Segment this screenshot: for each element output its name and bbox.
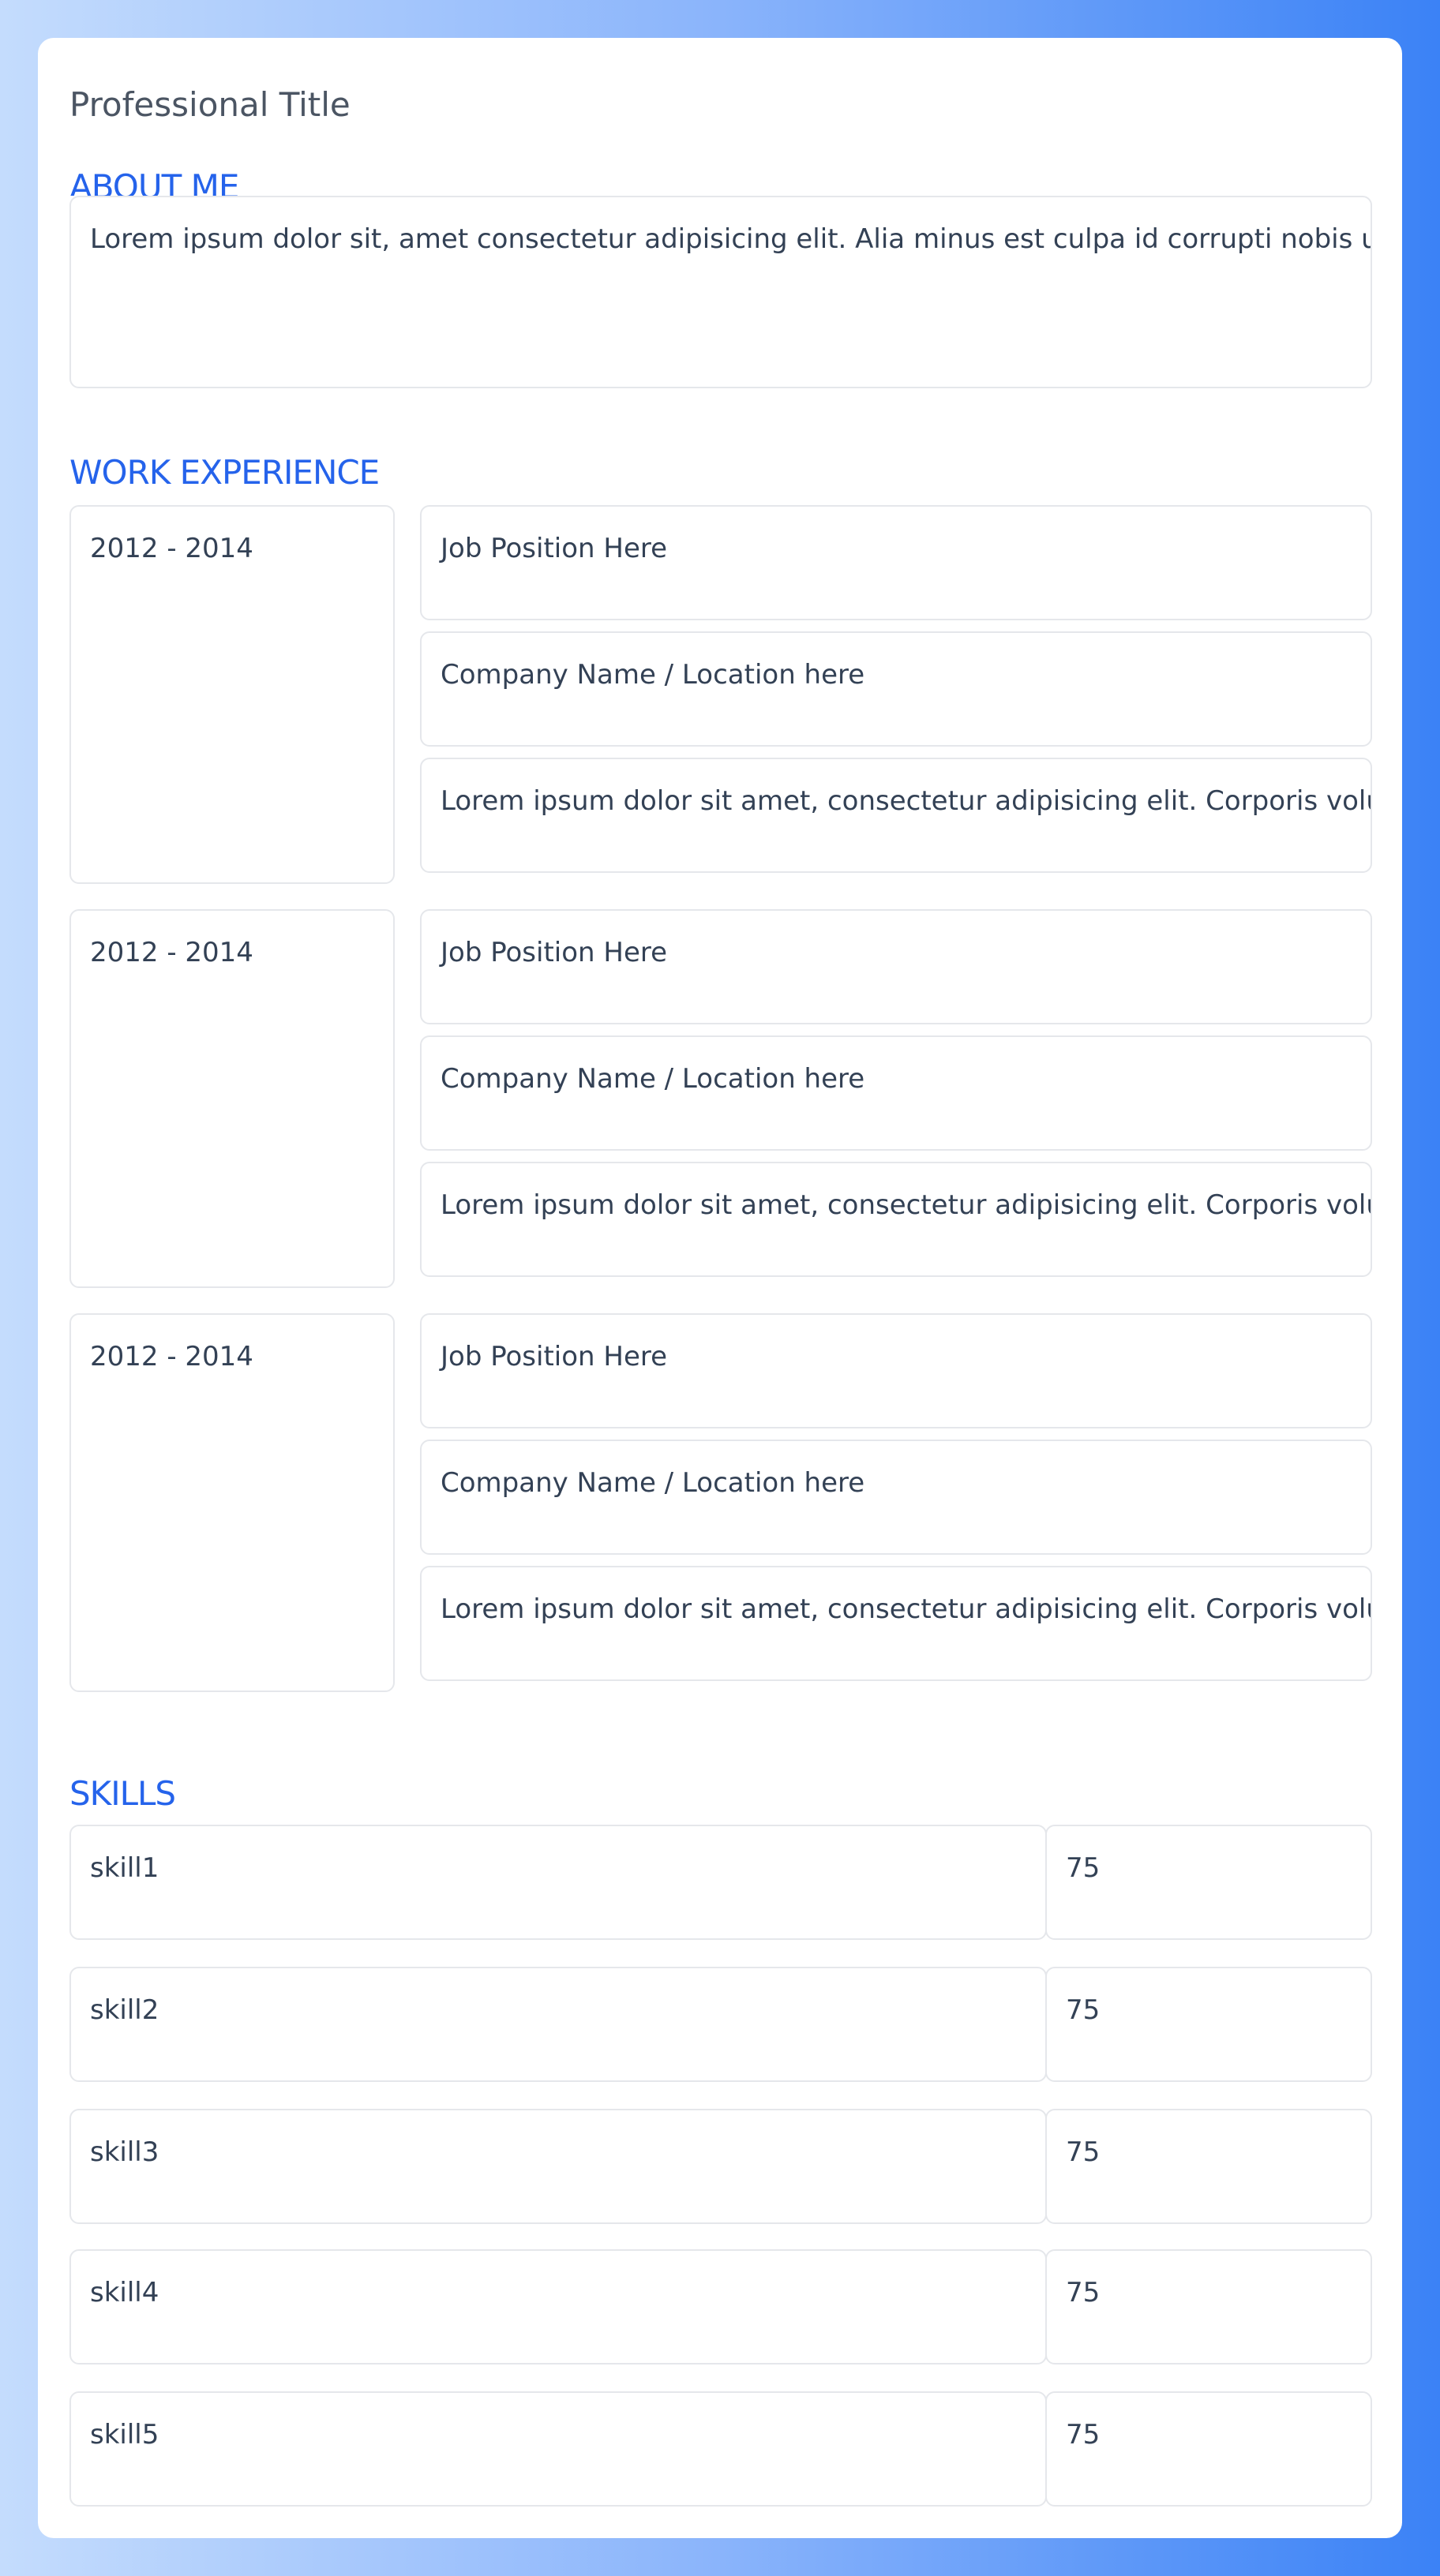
skill-name-field[interactable]: skill5 — [69, 2391, 1047, 2507]
company-location-field[interactable]: Company Name / Location here — [420, 1440, 1372, 1555]
work-entry-years[interactable]: 2012 - 2014 — [69, 909, 395, 1288]
work-entry-years[interactable]: 2012 - 2014 — [69, 1313, 395, 1692]
job-description-field[interactable]: Lorem ipsum dolor sit amet, consectetur … — [420, 758, 1372, 873]
skill-name-field[interactable]: skill4 — [69, 2249, 1047, 2364]
skill-level-field[interactable]: 75 — [1045, 2109, 1372, 2224]
skill-name-field[interactable]: skill2 — [69, 1967, 1047, 2082]
skill-level-field[interactable]: 75 — [1045, 2249, 1372, 2364]
about-heading: ABOUT ME — [69, 170, 239, 196]
skill-level-field[interactable]: 75 — [1045, 2391, 1372, 2507]
skill-name-field[interactable]: skill1 — [69, 1825, 1047, 1940]
job-position-field[interactable]: Job Position Here — [420, 909, 1372, 1024]
skill-level-field[interactable]: 75 — [1045, 1967, 1372, 2082]
resume-card: Professional Title ABOUT ME Lorem ipsum … — [38, 38, 1402, 2538]
company-location-field[interactable]: Company Name / Location here — [420, 1035, 1372, 1151]
work-entry-years[interactable]: 2012 - 2014 — [69, 505, 395, 884]
job-description-field[interactable]: Lorem ipsum dolor sit amet, consectetur … — [420, 1162, 1372, 1277]
job-position-field[interactable]: Job Position Here — [420, 1313, 1372, 1428]
job-description-field[interactable]: Lorem ipsum dolor sit amet, consectetur … — [420, 1566, 1372, 1681]
skills-heading: SKILLS — [69, 1774, 176, 1813]
company-location-field[interactable]: Company Name / Location here — [420, 631, 1372, 747]
job-position-field[interactable]: Job Position Here — [420, 505, 1372, 620]
work-experience-heading: WORK EXPERIENCE — [69, 453, 380, 492]
skill-name-field[interactable]: skill3 — [69, 2109, 1047, 2224]
skill-level-field[interactable]: 75 — [1045, 1825, 1372, 1940]
professional-title[interactable]: Professional Title — [69, 88, 351, 122]
about-textarea[interactable]: Lorem ipsum dolor sit, amet consectetur … — [69, 196, 1372, 388]
